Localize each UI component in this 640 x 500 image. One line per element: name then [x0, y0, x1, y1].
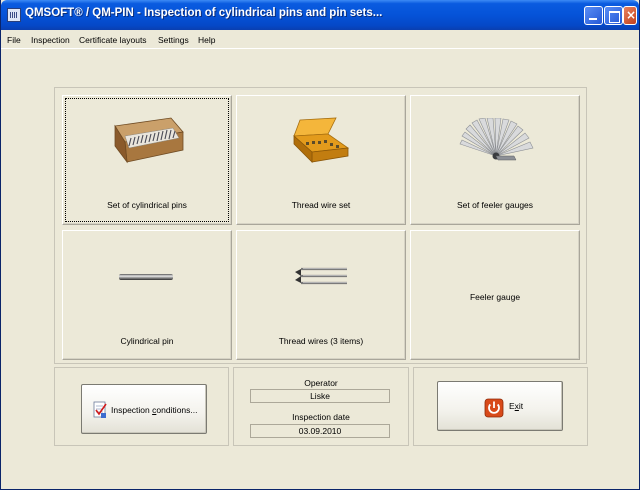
operator-label: Operator [304, 378, 338, 388]
menu-certificate-layouts[interactable]: Certificate layouts [79, 35, 147, 45]
maximize-button[interactable] [604, 6, 623, 25]
inspection-conditions-label: Inspection conditions... [111, 405, 198, 415]
feeler-gauge-fan-icon [459, 118, 534, 161]
menu-inspection[interactable]: Inspection [31, 35, 70, 45]
window-title: QMSOFT® / QM-PIN - Inspection of cylindr… [25, 7, 383, 19]
checklist-icon [93, 401, 107, 418]
inspection-conditions-button[interactable]: Inspection conditions... [81, 384, 207, 434]
tile-label: Cylindrical pin [120, 336, 174, 346]
tile-label: Set of feeler gauges [456, 200, 534, 210]
menu-separator [1, 48, 639, 49]
conditions-box: Inspection conditions... [54, 367, 229, 446]
main-window: QMSOFT® / QM-PIN - Inspection of cylindr… [0, 0, 640, 490]
thread-wire-set-case-icon [293, 117, 350, 163]
exit-box: Exit [413, 367, 588, 446]
menu-settings[interactable]: Settings [158, 35, 189, 45]
tile-label: Thread wire set [291, 200, 351, 210]
tile-label: Thread wires (3 items) [278, 336, 364, 346]
tile-thread-wires[interactable]: Thread wires (3 items) [236, 230, 406, 360]
tile-set-of-cylindrical-pins[interactable]: Set of cylindrical pins [62, 95, 232, 225]
menu-file[interactable]: File [7, 35, 21, 45]
thread-wires-icon [295, 267, 347, 285]
menu-bar: File Inspection Certificate layouts Sett… [1, 30, 639, 47]
minimize-button[interactable] [584, 6, 603, 25]
exit-label: Exit [509, 401, 524, 411]
title-bar[interactable]: QMSOFT® / QM-PIN - Inspection of cylindr… [1, 0, 639, 30]
exit-button[interactable]: Exit [437, 381, 563, 431]
operator-field: Liske [250, 389, 390, 403]
inspection-date-field: 03.09.2010 [250, 424, 390, 438]
close-button[interactable] [623, 6, 637, 25]
menu-help[interactable]: Help [198, 35, 215, 45]
tile-feeler-gauge[interactable]: Feeler gauge [410, 230, 580, 360]
tile-thread-wire-set[interactable]: Thread wire set [236, 95, 406, 225]
cylindrical-pin-icon [119, 274, 173, 280]
pin-set-case-icon [114, 117, 184, 164]
app-icon[interactable] [7, 8, 21, 22]
tile-label: Feeler gauge [469, 292, 521, 302]
tile-cylindrical-pin[interactable]: Cylindrical pin [62, 230, 232, 360]
inspection-date-label: Inspection date [292, 412, 350, 422]
power-icon [484, 398, 504, 418]
tile-set-of-feeler-gauges[interactable]: Set of feeler gauges [410, 95, 580, 225]
tile-label: Set of cylindrical pins [107, 200, 187, 210]
